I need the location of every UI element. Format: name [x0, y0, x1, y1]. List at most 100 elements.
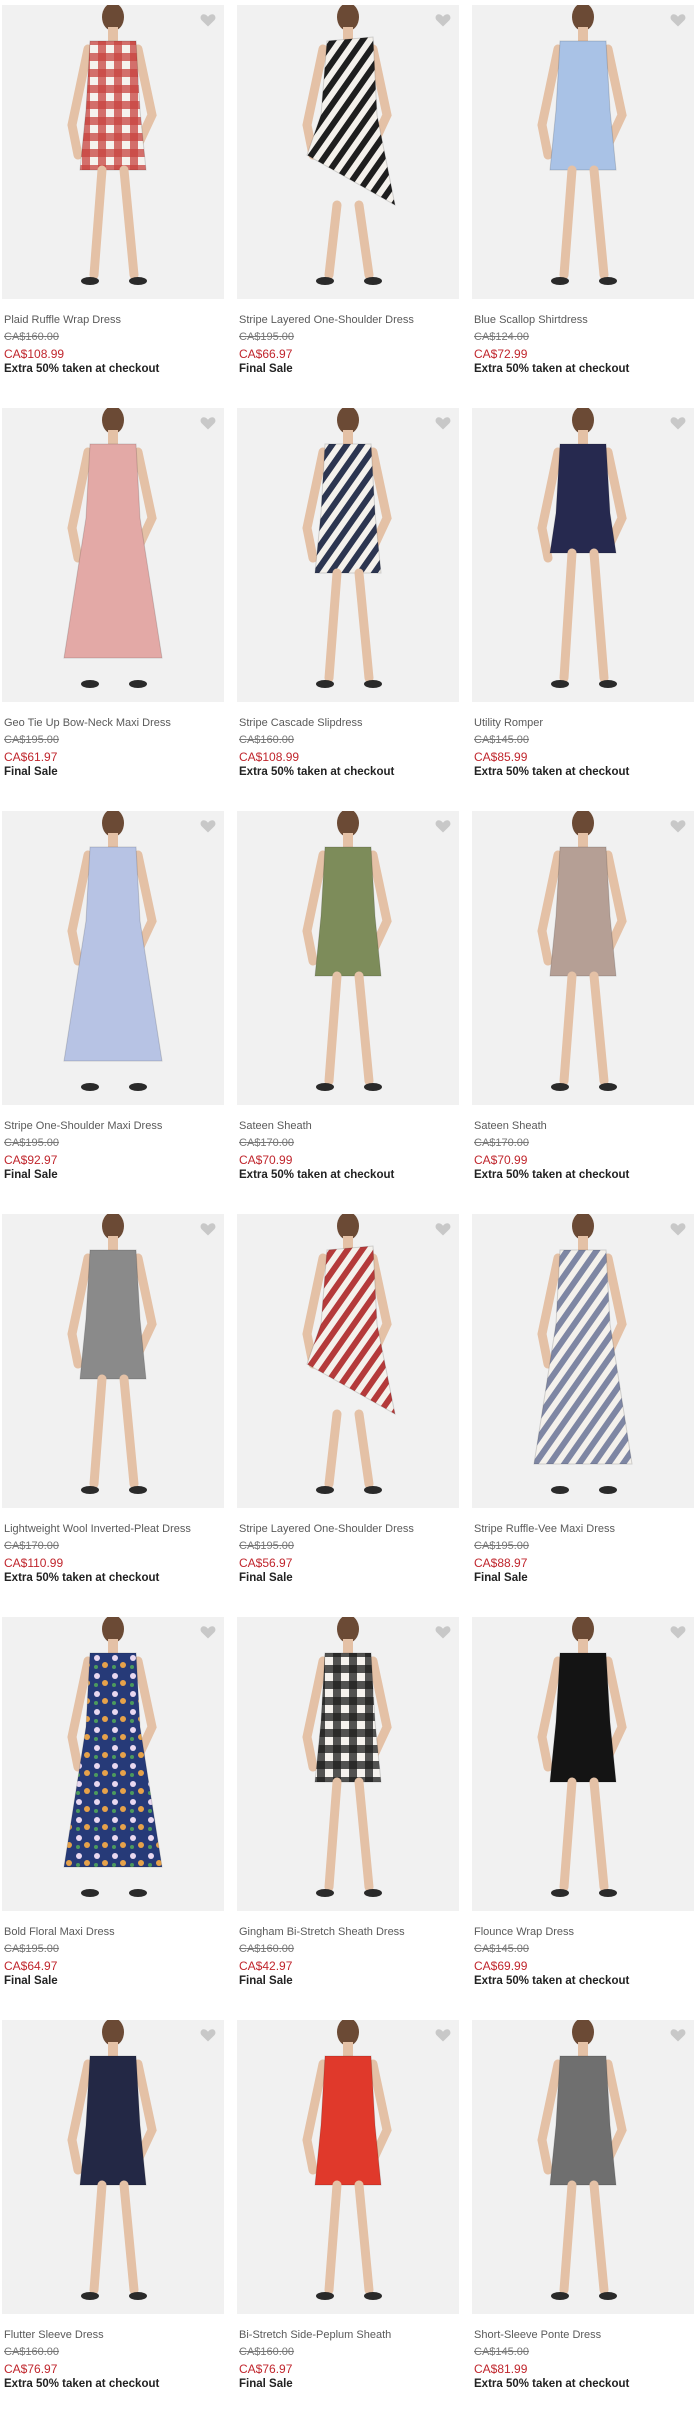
product-card[interactable]: Plaid Ruffle Wrap Dress CA$160.00 CA$108.9… [2, 5, 224, 408]
heart-icon[interactable] [435, 13, 451, 27]
product-name[interactable]: Stripe Cascade Slipdress [239, 717, 363, 729]
product-card[interactable]: Bold Floral Maxi Dress CA$195.00 CA$64.97 F… [2, 1617, 224, 2020]
product-name[interactable]: Flounce Wrap Dress [474, 1926, 574, 1938]
model-figure [67, 2020, 157, 2300]
product-name[interactable]: Sateen Sheath [239, 1120, 312, 1132]
product-name[interactable]: Geo Tie Up Bow-Neck Maxi Dress [4, 717, 171, 729]
product-card[interactable]: Stripe Cascade Slipdress CA$160.00 CA$108.… [237, 408, 459, 811]
product-image[interactable] [237, 1214, 459, 1508]
product-card[interactable]: Sateen Sheath CA$170.00 CA$70.99 Extra 50% … [472, 811, 694, 1214]
product-image[interactable] [472, 1214, 694, 1508]
sale-price: CA$70.99 [474, 1153, 528, 1167]
sale-price: CA$72.99 [474, 347, 528, 361]
product-image[interactable] [472, 408, 694, 702]
heart-icon[interactable] [670, 1625, 686, 1639]
product-card[interactable]: Stripe Ruffle-Vee Maxi Dress CA$195.00 CA$… [472, 1214, 694, 1617]
model-figure [302, 1214, 396, 1494]
heart-icon[interactable] [435, 819, 451, 833]
product-card[interactable]: Stripe One-Shoulder Maxi Dress CA$195.00 C… [2, 811, 224, 1214]
heart-icon[interactable] [435, 2028, 451, 2042]
heart-icon[interactable] [200, 1625, 216, 1639]
product-card[interactable]: Stripe Layered One-Shoulder Dress CA$195.… [237, 5, 459, 408]
product-name[interactable]: Blue Scallop Shirtdress [474, 314, 588, 326]
heart-icon[interactable] [200, 819, 216, 833]
product-name[interactable]: Flutter Sleeve Dress [4, 2329, 104, 2341]
heart-icon[interactable] [200, 1222, 216, 1236]
sale-price: CA$56.97 [239, 1556, 293, 1570]
product-name[interactable]: Stripe Layered One-Shoulder Dress [239, 1523, 414, 1535]
original-price: CA$170.00 [474, 1137, 530, 1149]
original-price: CA$124.00 [474, 331, 530, 343]
heart-icon[interactable] [200, 2028, 216, 2042]
heart-icon[interactable] [670, 819, 686, 833]
product-image[interactable] [2, 5, 224, 299]
product-name[interactable]: Stripe One-Shoulder Maxi Dress [4, 1120, 162, 1132]
product-card[interactable]: Stripe Layered One-Shoulder Dress CA$195.… [237, 1214, 459, 1617]
model-figure [63, 811, 163, 1091]
heart-icon[interactable] [670, 1222, 686, 1236]
product-name[interactable]: Bold Floral Maxi Dress [4, 1926, 115, 1938]
product-image[interactable] [472, 2020, 694, 2314]
heart-icon[interactable] [670, 2028, 686, 2042]
product-image[interactable] [472, 5, 694, 299]
heart-icon[interactable] [200, 416, 216, 430]
product-image[interactable] [2, 811, 224, 1105]
heart-icon[interactable] [670, 13, 686, 27]
product-image[interactable] [2, 1214, 224, 1508]
product-name[interactable]: Stripe Ruffle-Vee Maxi Dress [474, 1523, 615, 1535]
product-image[interactable] [237, 1617, 459, 1911]
heart-icon[interactable] [670, 416, 686, 430]
model-figure [67, 1214, 157, 1494]
model-figure [537, 5, 627, 285]
promo-text: Final Sale [239, 363, 293, 375]
original-price: CA$145.00 [474, 734, 530, 746]
product-card[interactable]: Gingham Bi-Stretch Sheath Dress CA$160.00… [237, 1617, 459, 2020]
product-card[interactable]: Bi-Stretch Side-Peplum Sheath CA$160.00 CA… [237, 2020, 459, 2423]
promo-text: Final Sale [4, 1975, 58, 1987]
product-card[interactable]: Flutter Sleeve Dress CA$160.00 CA$76.97 Ext… [2, 2020, 224, 2423]
product-image[interactable] [2, 408, 224, 702]
product-name[interactable]: Utility Romper [474, 717, 543, 729]
heart-icon[interactable] [435, 416, 451, 430]
model-figure [302, 5, 396, 285]
original-price: CA$160.00 [4, 331, 60, 343]
original-price: CA$145.00 [474, 1943, 530, 1955]
product-name[interactable]: Plaid Ruffle Wrap Dress [4, 314, 121, 326]
product-image[interactable] [237, 408, 459, 702]
sale-price: CA$69.99 [474, 1959, 528, 1973]
promo-text: Extra 50% taken at checkout [474, 2378, 630, 2390]
product-name[interactable]: Sateen Sheath [474, 1120, 547, 1132]
promo-text: Final Sale [239, 1975, 293, 1987]
product-image[interactable] [2, 2020, 224, 2314]
product-card[interactable]: Short-Sleeve Ponte Dress CA$145.00 CA$81.9… [472, 2020, 694, 2423]
sale-price: CA$64.97 [4, 1959, 58, 1973]
sale-price: CA$76.97 [239, 2362, 293, 2376]
product-image[interactable] [472, 1617, 694, 1911]
product-card[interactable]: Sateen Sheath CA$170.00 CA$70.99 Extra 50% … [237, 811, 459, 1214]
promo-text: Final Sale [4, 766, 58, 778]
product-card[interactable]: Blue Scallop Shirtdress CA$124.00 CA$72.99… [472, 5, 694, 408]
heart-icon[interactable] [200, 13, 216, 27]
product-name[interactable]: Bi-Stretch Side-Peplum Sheath [239, 2329, 391, 2341]
promo-text: Extra 50% taken at checkout [474, 1169, 630, 1181]
product-image[interactable] [237, 2020, 459, 2314]
product-image[interactable] [472, 811, 694, 1105]
product-grid: Plaid Ruffle Wrap Dress CA$160.00 CA$108.9… [0, 0, 700, 2394]
original-price: CA$195.00 [4, 1943, 60, 1955]
product-card[interactable]: Utility Romper CA$145.00 CA$85.99 Extra 50%… [472, 408, 694, 811]
product-card[interactable]: Lightweight Wool Inverted-Pleat Dress CA$… [2, 1214, 224, 1617]
model-figure [63, 408, 163, 688]
product-name[interactable]: Lightweight Wool Inverted-Pleat Dress [4, 1523, 191, 1535]
sale-price: CA$85.99 [474, 750, 528, 764]
product-image[interactable] [2, 1617, 224, 1911]
product-card[interactable]: Geo Tie Up Bow-Neck Maxi Dress CA$195.00 C… [2, 408, 224, 811]
product-image[interactable] [237, 5, 459, 299]
product-name[interactable]: Gingham Bi-Stretch Sheath Dress [239, 1926, 405, 1938]
product-card[interactable]: Flounce Wrap Dress CA$145.00 CA$69.99 Extra… [472, 1617, 694, 2020]
original-price: CA$160.00 [4, 2346, 60, 2358]
product-name[interactable]: Short-Sleeve Ponte Dress [474, 2329, 601, 2341]
heart-icon[interactable] [435, 1222, 451, 1236]
heart-icon[interactable] [435, 1625, 451, 1639]
product-name[interactable]: Stripe Layered One-Shoulder Dress [239, 314, 414, 326]
product-image[interactable] [237, 811, 459, 1105]
